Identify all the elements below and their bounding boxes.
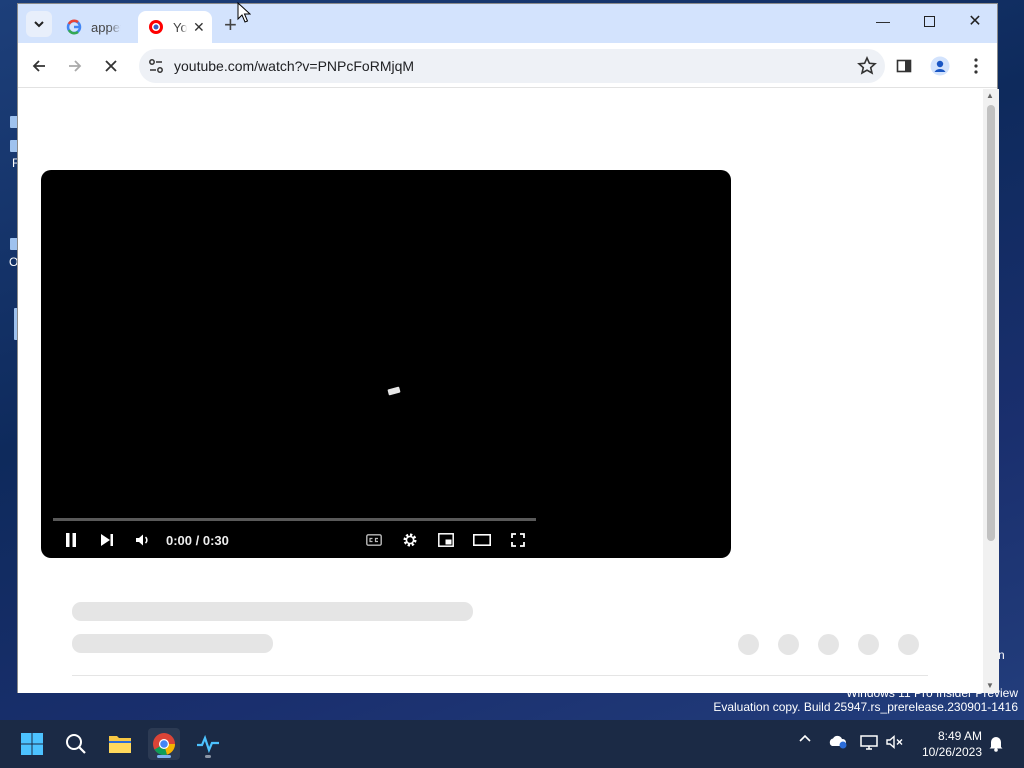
chrome-taskbar-button[interactable] [148,728,180,760]
bookmark-star-icon[interactable] [857,56,877,76]
google-g-icon [66,19,82,35]
watermark-line-2: Evaluation copy. Build 25947.rs_prerelea… [713,700,1018,714]
gear-icon [403,533,417,547]
close-window-button[interactable]: ✕ [952,4,998,38]
close-icon[interactable]: ✕ [193,19,205,36]
tab-strip: appet Yo ✕ + — ✕ [18,4,997,43]
tab-google[interactable]: appet [60,11,136,43]
action-placeholder-1 [738,634,759,655]
forward-button[interactable] [62,53,88,79]
chrome-window: appet Yo ✕ + — ✕ youtube.com/watch?v=PNP… [17,3,999,693]
menu-button[interactable] [964,54,988,78]
action-placeholder-3 [818,634,839,655]
new-tab-button[interactable]: + [224,12,237,38]
more-vertical-icon [974,58,978,74]
closed-captions-icon [366,534,382,546]
side-panel-button[interactable] [892,54,916,78]
settings-button[interactable] [399,528,421,552]
search-icon [66,734,86,754]
search-button[interactable] [60,728,92,760]
activity-monitor-icon [197,734,219,754]
tab-youtube[interactable]: Yo ✕ [138,11,212,43]
action-placeholder-4 [858,634,879,655]
start-button[interactable] [16,728,48,760]
scroll-up-arrow-icon[interactable]: ▲ [986,91,994,100]
tab-search-button[interactable] [26,11,52,37]
taskbar-clock[interactable]: 8:49 AM 10/26/2023 [922,728,982,760]
desktop-label-3: n [998,648,1005,662]
action-placeholder-2 [778,634,799,655]
action-placeholder-5 [898,634,919,655]
chevron-down-icon [34,21,44,28]
network-icon [860,735,878,750]
chrome-icon [153,733,176,756]
time-display: 0:00 / 0:30 [166,533,229,548]
tab-title: appet [91,19,121,35]
minimize-button[interactable]: — [860,4,906,38]
url-text[interactable]: youtube.com/watch?v=PNPcFoRMjqM [174,58,414,74]
volume-muted-icon [886,734,903,750]
forward-arrow-icon [69,60,82,72]
youtube-icon [149,20,163,34]
clock-date: 10/26/2023 [921,745,982,759]
pause-button[interactable] [61,528,81,552]
miniplayer-icon [438,533,454,547]
theater-mode-icon [473,534,491,546]
profile-button[interactable] [928,54,952,78]
tab-title: Yo [173,19,187,35]
video-player[interactable]: 0:00 / 0:30 [41,170,731,558]
chevron-up-icon [799,734,811,742]
show-hidden-icons-button[interactable] [799,732,811,748]
side-panel-icon [896,59,912,73]
address-bar[interactable]: youtube.com/watch?v=PNPcFoRMjqM [139,49,885,83]
running-indicator [205,755,211,758]
maximize-button[interactable] [906,4,952,38]
activity-app-button[interactable] [192,728,224,760]
notifications-button[interactable] [988,734,1004,755]
divider [72,675,928,676]
cloud-sync-icon [829,735,847,749]
bell-icon [989,737,1003,752]
back-arrow-icon [32,60,45,72]
subtitles-button[interactable] [363,528,385,552]
maximize-icon [923,15,935,27]
scroll-down-arrow-icon[interactable]: ▼ [986,681,994,690]
profile-avatar-icon [930,56,950,76]
loading-spinner [387,386,401,396]
scroll-thumb[interactable] [987,105,995,541]
volume-muted-button[interactable] [886,734,904,753]
onedrive-button[interactable] [828,734,848,753]
page-content: 0:00 / 0:30 ▲ ▼ [18,89,999,693]
fullscreen-button[interactable] [507,528,529,552]
miniplayer-button[interactable] [435,528,457,552]
file-explorer-icon [109,736,131,753]
pause-icon [66,533,76,547]
fullscreen-icon [511,533,525,547]
theater-mode-button[interactable] [471,528,493,552]
volume-icon [136,534,148,546]
back-button[interactable] [26,53,52,79]
file-explorer-button[interactable] [104,728,136,760]
stop-loading-button[interactable] [98,53,124,79]
title-placeholder [72,602,473,621]
toolbar: youtube.com/watch?v=PNPcFoRMjqM [18,43,997,88]
next-button[interactable] [97,528,117,552]
taskbar: 8:49 AM 10/26/2023 [0,720,1024,768]
volume-button[interactable] [133,528,153,552]
clock-time: 8:49 AM [937,729,982,743]
mouse-cursor-icon [237,2,251,23]
skip-next-icon [101,534,113,546]
progress-bar[interactable] [53,518,536,521]
site-info-icon[interactable] [147,57,165,75]
active-indicator [157,755,171,758]
stop-icon [105,60,117,72]
start-icon [21,733,43,755]
network-button[interactable] [860,734,878,753]
channel-placeholder [72,634,273,653]
scrollbar[interactable]: ▲ ▼ [983,89,999,693]
